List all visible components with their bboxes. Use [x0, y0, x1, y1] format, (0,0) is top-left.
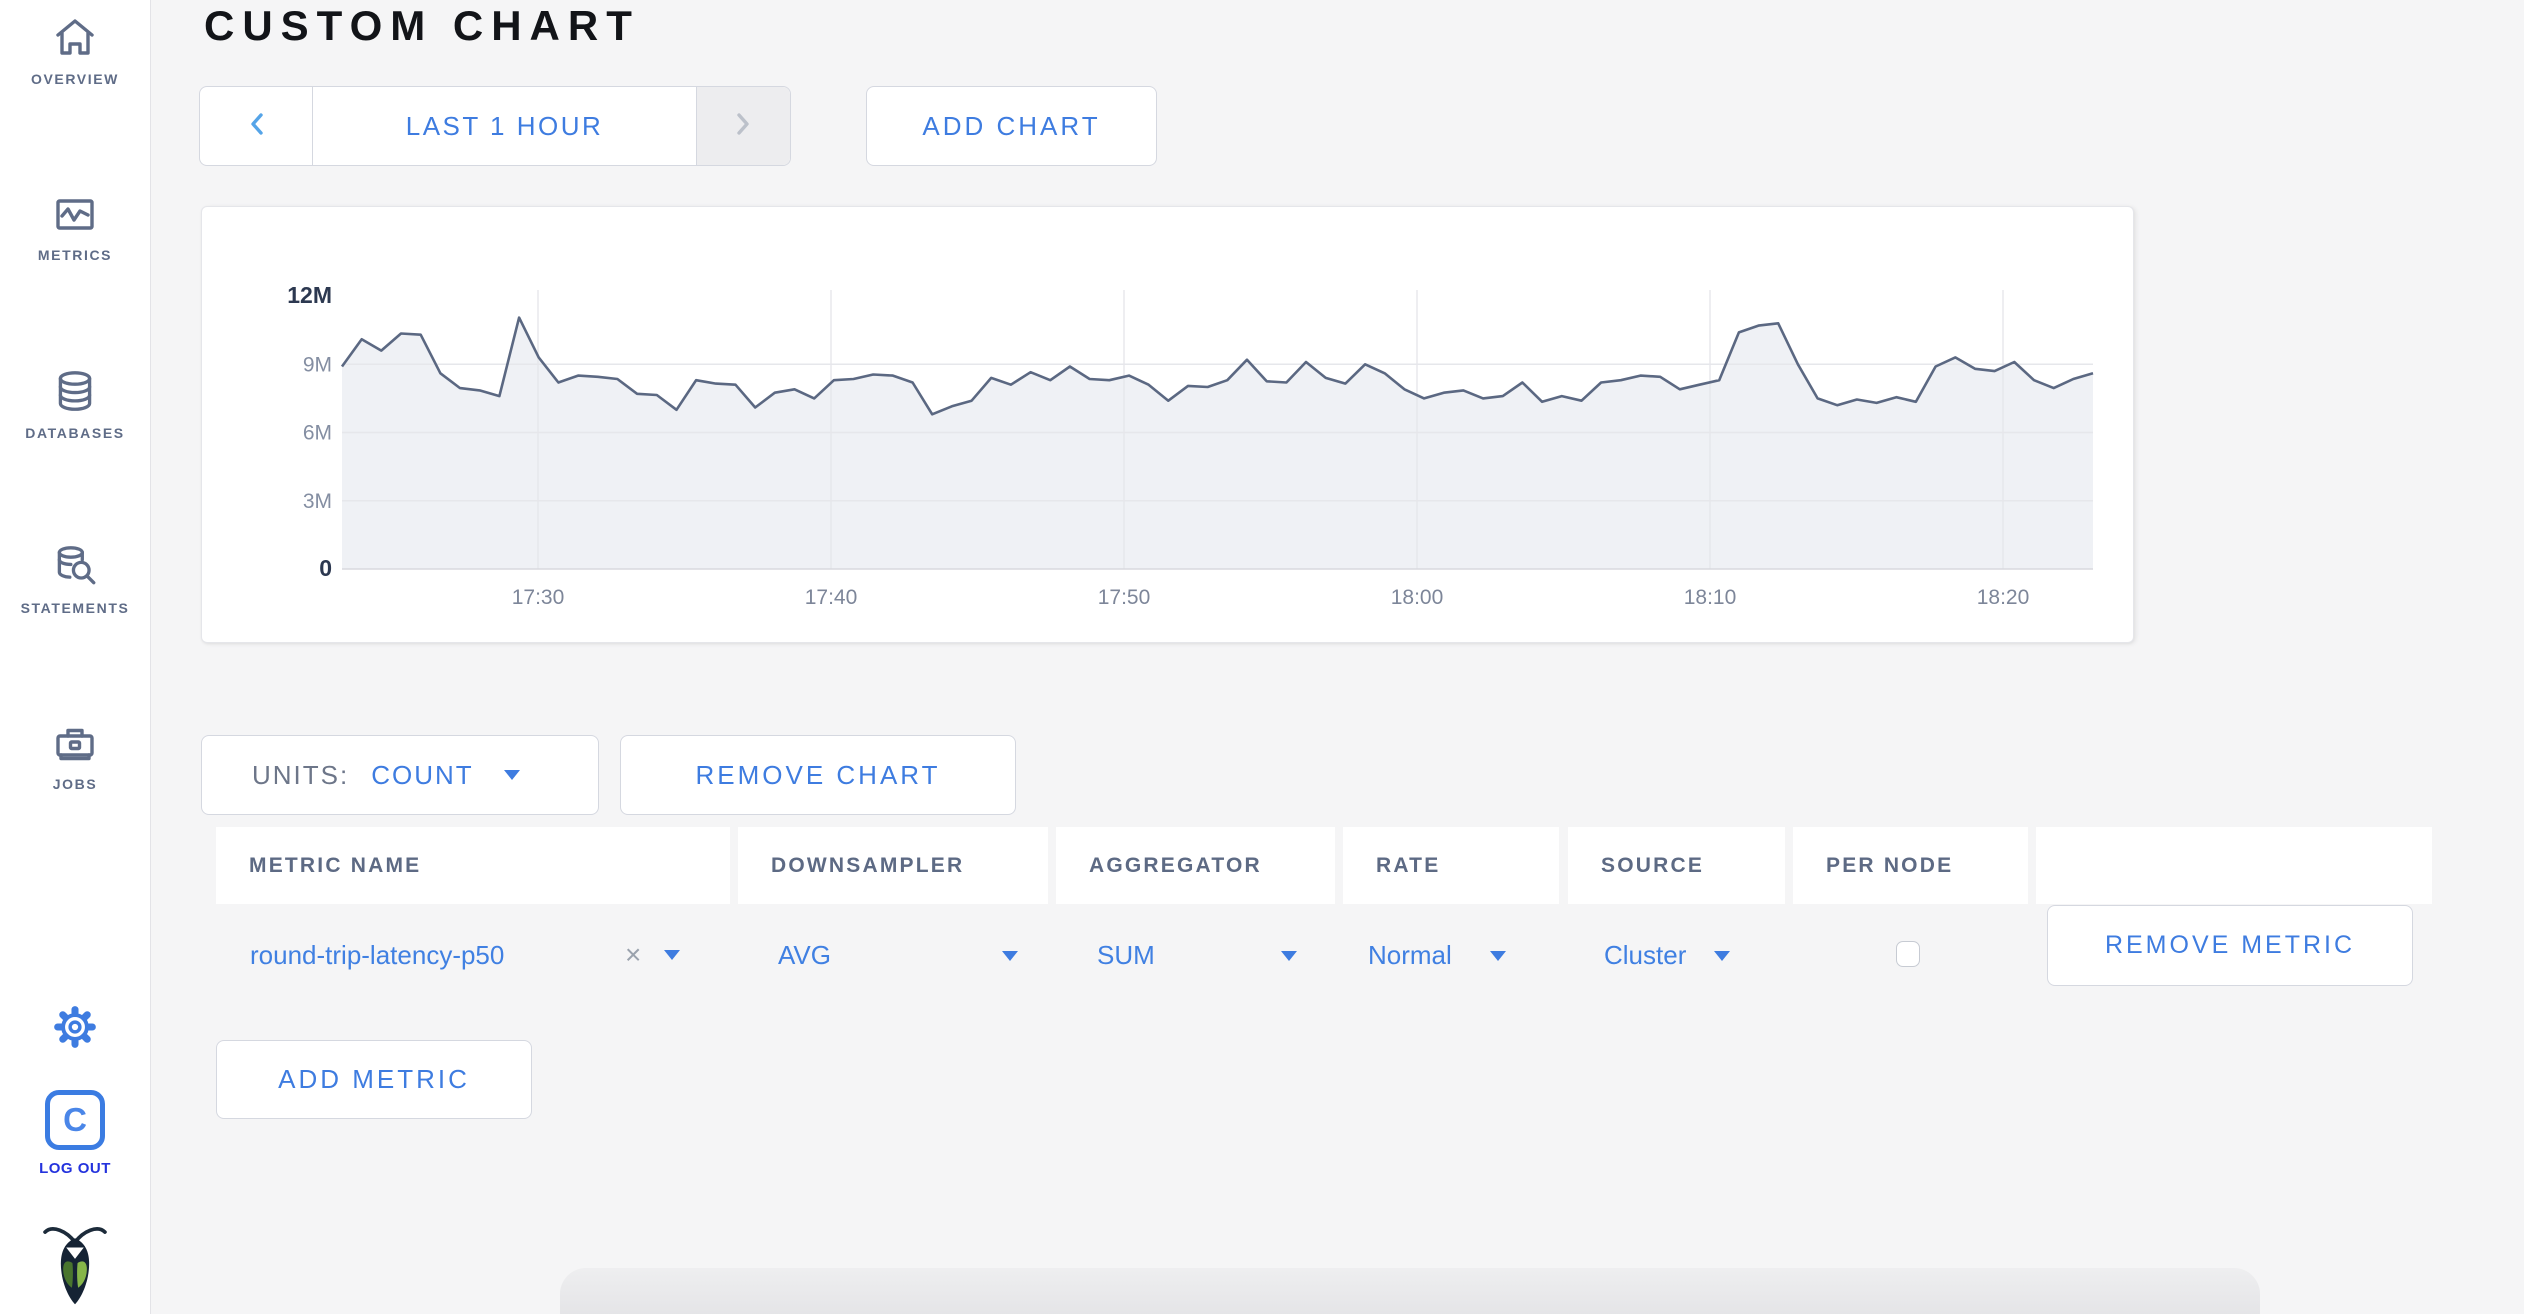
y-tick-label: 0 [319, 555, 332, 581]
cockroach-logo-icon [0, 1222, 150, 1306]
page-title: CUSTOM CHART [204, 2, 640, 49]
chart-card: 17:30 17:40 17:50 18:00 18:10 18:20 0 3M 6M 9M 12M [201, 206, 2134, 643]
jobs-icon [0, 719, 150, 767]
custom-chart-svg: 17:30 17:40 17:50 18:00 18:10 18:20 0 3M 6M 9M 12M [287, 282, 2094, 609]
settings-button[interactable] [0, 1001, 150, 1053]
logout-button[interactable]: C LOG OUT [0, 1090, 150, 1177]
clear-metric-icon[interactable]: × [625, 941, 641, 969]
remove-chart-label: REMOVE CHART [695, 759, 941, 790]
sidebar-item-label: METRICS [37, 247, 113, 263]
downsampler-value: AVG [778, 940, 831, 970]
chevron-down-icon [1490, 950, 1506, 961]
y-tick-label: 6M [303, 422, 332, 445]
per-node-checkbox[interactable] [1896, 941, 1920, 967]
remove-metric-button[interactable]: REMOVE METRIC [2047, 905, 2413, 986]
bottom-card-shadow [560, 1268, 2260, 1314]
metrics-icon [0, 190, 150, 238]
x-tick-label: 18:20 [1977, 586, 2030, 609]
add-chart-button[interactable]: ADD CHART [866, 86, 1157, 166]
column-header-metric-name: METRIC NAME [216, 827, 730, 904]
sidebar-item-databases[interactable]: DATABASES [0, 366, 150, 441]
x-tick-label: 17:30 [512, 586, 565, 609]
aggregator-value: SUM [1097, 940, 1155, 970]
chevron-down-icon [1002, 950, 1018, 961]
chevron-down-icon [1281, 950, 1297, 961]
time-range-label: LAST 1 HOUR [405, 110, 604, 141]
remove-chart-button[interactable]: REMOVE CHART [620, 735, 1016, 815]
units-value: COUNT [371, 759, 474, 790]
column-header-downsampler: DOWNSAMPLER [738, 827, 1048, 904]
source-value: Cluster [1604, 940, 1687, 970]
source-select[interactable]: Cluster [1604, 940, 1730, 971]
statements-icon [0, 541, 150, 591]
add-metric-button[interactable]: ADD METRIC [216, 1040, 532, 1119]
time-range-dropdown[interactable]: LAST 1 HOUR [313, 87, 696, 165]
x-tick-label: 17:40 [805, 586, 858, 609]
chevron-right-icon [736, 112, 751, 141]
sidebar: OVERVIEW METRICS DATABASES STATEMENTS JO… [0, 0, 151, 1314]
column-header-source: SOURCE [1568, 827, 1785, 904]
units-dropdown[interactable]: UNITS: COUNT [201, 735, 599, 815]
sidebar-item-statements[interactable]: STATEMENTS [0, 541, 150, 616]
column-header-rate: RATE [1343, 827, 1559, 904]
units-label: UNITS: [252, 759, 350, 790]
rate-value: Normal [1368, 940, 1452, 970]
y-tick-label: 3M [303, 490, 332, 513]
logo-letter: C [63, 1101, 87, 1138]
chevron-down-icon [503, 770, 520, 780]
chart-area-fill [342, 317, 2093, 569]
column-header-aggregator: AGGREGATOR [1056, 827, 1335, 904]
y-tick-label: 9M [303, 353, 332, 376]
time-range-prev-button[interactable] [200, 87, 313, 165]
rate-select[interactable]: Normal [1368, 940, 1506, 971]
aggregator-select[interactable]: SUM [1097, 940, 1297, 971]
chevron-down-icon [1714, 950, 1730, 961]
x-tick-label: 18:10 [1684, 586, 1737, 609]
x-tick-label: 18:00 [1391, 586, 1444, 609]
cockroach-c-logo: C [45, 1090, 105, 1150]
add-chart-label: ADD CHART [922, 110, 1101, 141]
chevron-left-icon [249, 112, 264, 141]
sidebar-item-metrics[interactable]: METRICS [0, 190, 150, 263]
sidebar-item-label: OVERVIEW [30, 71, 119, 87]
gear-icon [0, 1001, 150, 1053]
cockroach-bug-logo [0, 1222, 150, 1306]
x-tick-label: 17:50 [1098, 586, 1151, 609]
home-icon [0, 14, 150, 62]
remove-metric-label: REMOVE METRIC [2104, 931, 2356, 959]
sidebar-item-label: DATABASES [25, 425, 125, 441]
metric-name-dropdown-icon[interactable] [664, 950, 680, 960]
y-tick-label: 12M [287, 282, 332, 308]
sidebar-item-label: STATEMENTS [20, 600, 130, 616]
logout-label: LOG OUT [39, 1160, 111, 1177]
databases-icon [0, 366, 150, 416]
time-range-selector: LAST 1 HOUR [199, 86, 791, 166]
column-header-per-node: PER NODE [1793, 827, 2028, 904]
metric-name-value[interactable]: round-trip-latency-p50 [250, 940, 504, 971]
downsampler-select[interactable]: AVG [778, 940, 1018, 971]
sidebar-item-overview[interactable]: OVERVIEW [0, 14, 150, 87]
column-header-actions [2036, 827, 2432, 904]
sidebar-item-jobs[interactable]: JOBS [0, 719, 150, 792]
time-range-next-button[interactable] [696, 87, 790, 165]
custom-chart-page: OVERVIEW METRICS DATABASES STATEMENTS JO… [0, 0, 2524, 1314]
sidebar-item-label: JOBS [52, 776, 98, 792]
add-metric-label: ADD METRIC [278, 1064, 470, 1094]
